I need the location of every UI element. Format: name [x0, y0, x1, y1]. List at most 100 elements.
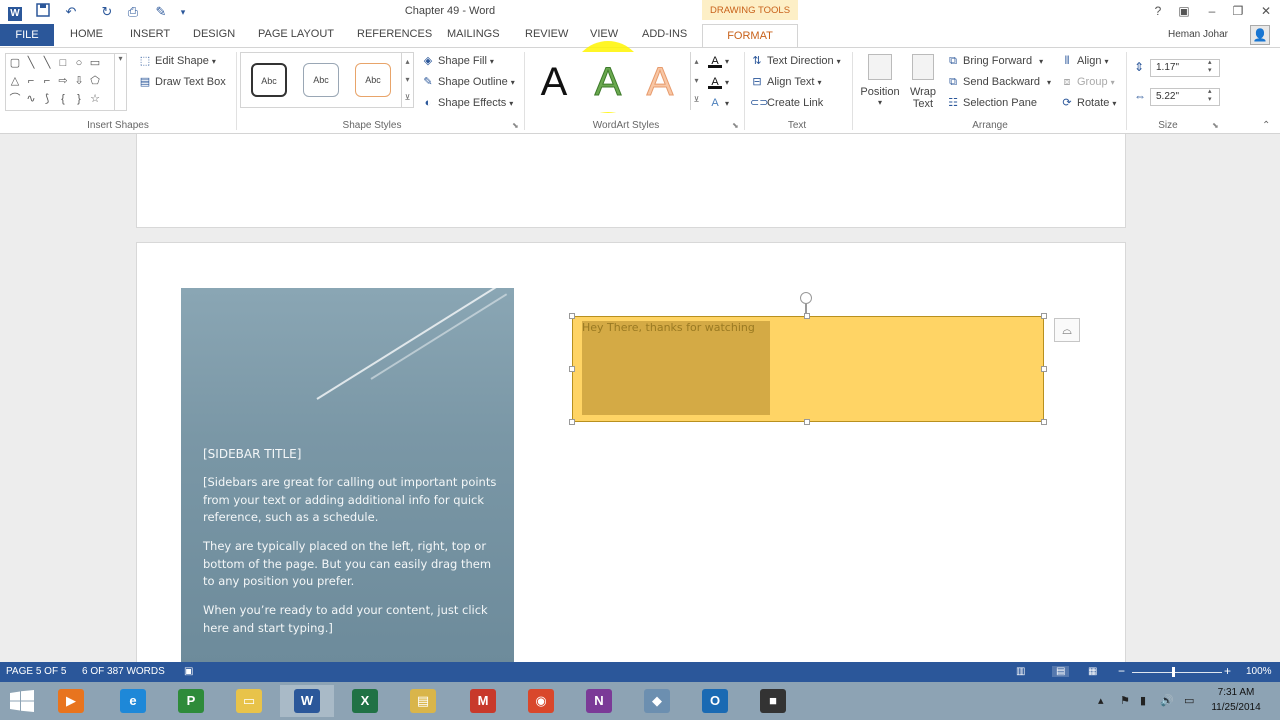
curve-shape-icon[interactable]: ∿ — [24, 92, 38, 106]
minimize-button[interactable]: – — [1200, 2, 1224, 20]
clock-time[interactable]: 7:31 AM — [1206, 687, 1266, 698]
edit-shape-button[interactable]: ⬚ Edit Shape ▾ — [138, 54, 216, 68]
tab-design[interactable]: DESIGN — [193, 28, 235, 40]
freeform-shape-icon[interactable]: ⟆ — [40, 92, 54, 106]
scroll-down-icon[interactable]: ▾ — [691, 71, 702, 90]
gallery-more-icon[interactable]: ⊻ — [402, 89, 413, 107]
tab-format[interactable]: FORMAT — [702, 24, 798, 47]
arrow-down-shape-icon[interactable]: ⇩ — [72, 74, 86, 88]
bring-forward-button[interactable]: ⧉ Bring Forward ▾ — [946, 54, 1043, 68]
tab-add-ins[interactable]: ADD-INS — [642, 28, 687, 40]
brace-shape-icon[interactable]: { — [56, 92, 70, 106]
send-backward-button[interactable]: ⧉ Send Backward ▾ — [946, 75, 1051, 89]
wordart-gallery[interactable]: A A A ▴ ▾ ⊻ — [528, 52, 702, 112]
tab-review[interactable]: REVIEW — [525, 28, 568, 40]
taskbar-app-camera-app[interactable]: ■ — [746, 685, 800, 717]
resize-handle[interactable] — [804, 419, 810, 425]
shape-outline-button[interactable]: ✎ Shape Outline ▾ — [421, 75, 514, 89]
taskbar-app-outlook[interactable]: O — [688, 685, 742, 717]
draw-text-box-button[interactable]: ▤ Draw Text Box — [138, 75, 226, 89]
rotate-button[interactable]: ⟳ Rotate ▾ — [1060, 96, 1116, 110]
align-text-button[interactable]: ⊟ Align Text ▾ — [750, 75, 821, 89]
zoom-slider[interactable] — [1132, 672, 1222, 673]
sidebar-paragraph[interactable]: [Sidebars are great for calling out impo… — [203, 474, 499, 527]
layout-options-icon[interactable]: ⌓ — [1054, 318, 1080, 342]
text-box-content[interactable]: Hey There, thanks for watching — [582, 321, 755, 334]
sidebar-paragraph[interactable]: They are typically placed on the left, r… — [203, 538, 499, 591]
action-center-icon[interactable]: ⚑ — [1120, 694, 1130, 707]
shape-style-swatch[interactable]: Abc — [355, 63, 391, 97]
shapes-gallery-more-icon[interactable]: ▾ — [114, 54, 126, 110]
help-button[interactable]: ? — [1146, 2, 1170, 20]
height-spinner-icon[interactable]: ▴ ▾ — [1208, 59, 1212, 75]
tab-references[interactable]: REFERENCES — [357, 28, 432, 40]
dialog-launcher-icon[interactable]: ⬊ — [1212, 122, 1220, 130]
page-count[interactable]: PAGE 5 OF 5 — [6, 666, 66, 677]
text-effects-button[interactable]: A ▾ — [708, 96, 729, 110]
restore-button[interactable]: ❐ — [1226, 2, 1250, 20]
wordart-style-green[interactable]: A — [584, 60, 632, 105]
tab-home[interactable]: HOME — [70, 28, 103, 40]
tab-insert[interactable]: INSERT — [130, 28, 170, 40]
triangle-shape-icon[interactable]: △ — [8, 74, 22, 88]
shape-style-swatch[interactable]: Abc — [303, 63, 339, 97]
rectangle-shape-icon[interactable]: □ — [56, 56, 70, 70]
close-button[interactable]: ✕ — [1254, 2, 1278, 20]
pentagon-shape-icon[interactable]: ⬠ — [88, 74, 102, 88]
taskbar-app-project[interactable]: P — [164, 685, 218, 717]
line-shape-icon[interactable]: ╲ — [40, 56, 54, 70]
shape-effects-button[interactable]: ◐ Shape Effects ▾ — [421, 96, 514, 110]
group-button[interactable]: ⧈ Group ▾ — [1060, 75, 1115, 89]
taskbar-app-media-player[interactable]: ▶ — [44, 685, 98, 717]
resize-handle[interactable] — [1041, 419, 1047, 425]
scroll-up-icon[interactable]: ▴ — [691, 52, 702, 71]
taskbar-app-app-3d[interactable]: ◆ — [630, 685, 684, 717]
tab-page-layout[interactable]: PAGE LAYOUT — [258, 28, 334, 40]
text-fill-button[interactable]: A ▾ — [708, 54, 729, 68]
shape-style-swatch[interactable]: Abc — [251, 63, 287, 97]
rounded-rectangle-shape-icon[interactable]: ▭ — [88, 56, 102, 70]
oval-shape-icon[interactable]: ○ — [72, 56, 86, 70]
input-method-icon[interactable]: ▭ — [1184, 694, 1194, 707]
taskbar-app-folder[interactable]: ▭ — [222, 685, 276, 717]
taskbar-app-onenote[interactable]: N — [572, 685, 626, 717]
arc-shape-icon[interactable]: ⌒ — [8, 92, 22, 106]
text-direction-button[interactable]: ⇅ Text Direction ▾ — [750, 54, 840, 68]
gallery-more-icon[interactable]: ⊻ — [691, 90, 702, 109]
taskbar-app-excel[interactable]: X — [338, 685, 392, 717]
taskbar-app-chrome[interactable]: ◉ — [514, 685, 568, 717]
resize-handle[interactable] — [569, 313, 575, 319]
shape-styles-gallery[interactable]: Abc Abc Abc ▴ ▾ ⊻ — [240, 52, 414, 108]
zoom-out-icon[interactable]: − — [1118, 664, 1125, 678]
tab-file[interactable]: FILE — [0, 24, 54, 46]
taskbar-app-mail-app[interactable]: M — [456, 685, 510, 717]
user-avatar-icon[interactable]: 👤 — [1250, 25, 1270, 45]
network-icon[interactable]: ▮ — [1140, 694, 1146, 707]
sidebar-text-box[interactable]: [SIDEBAR TITLE] [Sidebars are great for … — [181, 288, 514, 664]
proofing-icon[interactable]: ▣ — [184, 666, 193, 677]
resize-handle[interactable] — [1041, 313, 1047, 319]
line-shape-icon[interactable]: ╲ — [24, 56, 38, 70]
ribbon-display-options-button[interactable]: ▣ — [1172, 2, 1196, 20]
brace-shape-icon[interactable]: } — [72, 92, 86, 106]
tab-mailings[interactable]: MAILINGS — [447, 28, 500, 40]
collapse-ribbon-icon[interactable]: ⌃ — [1262, 120, 1270, 131]
taskbar-app-file-explorer[interactable]: ▤ — [396, 685, 450, 717]
text-box-shape-icon[interactable]: ▢ — [8, 56, 22, 70]
user-name[interactable]: Heman Johar — [1168, 29, 1228, 40]
dialog-launcher-icon[interactable]: ⬊ — [512, 122, 520, 130]
connector-shape-icon[interactable]: ⌐ — [40, 74, 54, 88]
resize-handle[interactable] — [1041, 366, 1047, 372]
read-mode-icon[interactable]: ▥ — [1016, 666, 1025, 677]
windows-start-icon[interactable] — [10, 690, 34, 715]
print-layout-icon[interactable]: ▤ — [1052, 666, 1070, 677]
scroll-down-icon[interactable]: ▾ — [402, 71, 413, 89]
wordart-style-orange[interactable]: A — [636, 60, 684, 105]
taskbar-app-internet-explorer[interactable]: e — [106, 685, 160, 717]
selection-pane-button[interactable]: ☷ Selection Pane — [946, 96, 1037, 110]
position-button[interactable]: Position ▾ — [860, 54, 900, 107]
rotate-handle-icon[interactable] — [800, 292, 812, 304]
sidebar-paragraph[interactable]: When you’re ready to add your content, j… — [203, 602, 499, 637]
dialog-launcher-icon[interactable]: ⬊ — [732, 122, 740, 130]
arrow-right-shape-icon[interactable]: ⇨ — [56, 74, 70, 88]
